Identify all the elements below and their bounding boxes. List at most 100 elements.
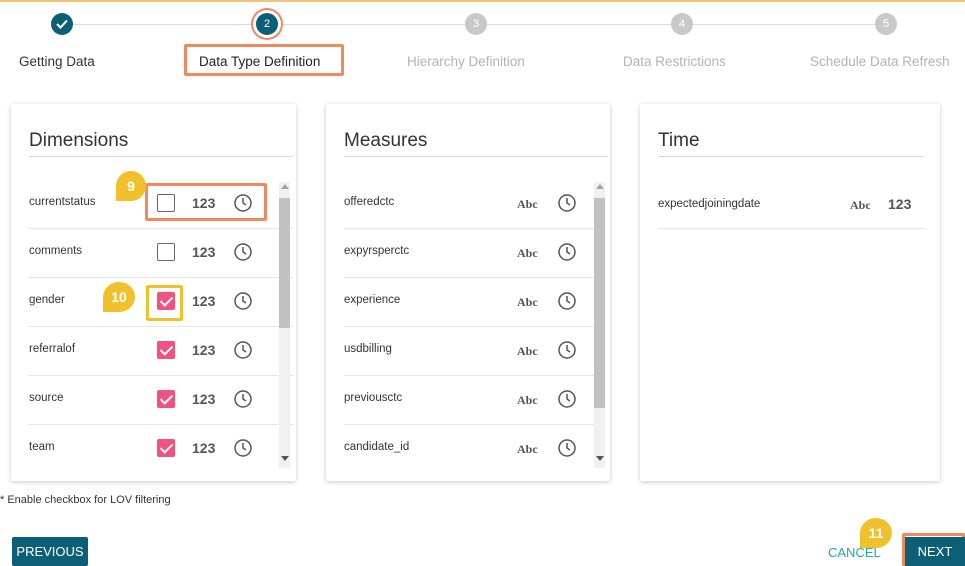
field-name: experience (344, 294, 401, 306)
highlight-box (145, 183, 267, 221)
field-name: expyrsperctc (344, 245, 410, 257)
list-item: usdbilling Abc (344, 327, 598, 376)
step-5-label[interactable]: Schedule Data Refresh (810, 54, 950, 69)
lov-checkbox[interactable] (157, 341, 175, 359)
field-name: team (29, 441, 55, 453)
text-type-toggle[interactable]: Abc (517, 295, 538, 310)
step-2-circle[interactable]: 2 (256, 13, 278, 35)
step-3-circle[interactable]: 3 (465, 13, 487, 35)
step-connector (487, 24, 671, 25)
clock-icon[interactable] (557, 389, 577, 409)
field-name: gender (29, 294, 65, 306)
list-item: expyrsperctc Abc (344, 229, 598, 278)
lov-note: * Enable checkbox for LOV filtering (0, 494, 171, 506)
divider (29, 156, 293, 157)
callout-number: 9 (127, 178, 135, 194)
list-item: comments 123 (29, 229, 293, 278)
previous-button[interactable]: PREVIOUS (12, 537, 88, 566)
list-item: source 123 (29, 376, 293, 425)
numeric-type-toggle[interactable]: 123 (192, 391, 215, 407)
step-connector (693, 24, 875, 25)
field-name: candidate_id (344, 441, 410, 453)
list-item: candidate_id Abc (344, 425, 598, 474)
clock-icon[interactable] (233, 389, 253, 409)
time-card: Time expectedjoiningdate Abc 123 (640, 104, 940, 481)
step-callout-badge: 9 (116, 171, 146, 201)
field-name: source (29, 392, 64, 404)
dimensions-list: currentstatus 123 comments 123 gender 12… (29, 180, 293, 474)
list-item: expectedjoiningdate Abc 123 (658, 180, 924, 229)
scrollbar-thumb[interactable] (594, 198, 605, 408)
scroll-up-arrow-icon[interactable] (596, 184, 604, 189)
clock-icon[interactable] (557, 340, 577, 360)
field-name: currentstatus (29, 196, 96, 208)
step-number: 4 (678, 18, 686, 30)
step-connector (281, 24, 465, 25)
clock-icon[interactable] (233, 242, 253, 262)
time-list: expectedjoiningdate Abc 123 (658, 180, 924, 229)
text-type-toggle[interactable]: Abc (517, 393, 538, 408)
text-type-toggle[interactable]: Abc (517, 246, 538, 261)
text-type-toggle[interactable]: Abc (517, 197, 538, 212)
field-name: comments (29, 245, 83, 257)
divider (658, 156, 924, 157)
numeric-type-toggle[interactable]: 123 (192, 440, 215, 456)
clock-icon[interactable] (233, 340, 253, 360)
step-3-label[interactable]: Hierarchy Definition (407, 54, 525, 69)
clock-icon[interactable] (233, 438, 253, 458)
next-button[interactable]: NEXT (905, 537, 965, 566)
lov-checkbox[interactable] (157, 439, 175, 457)
measures-title: Measures (344, 130, 428, 151)
time-title: Time (658, 130, 700, 151)
lov-checkbox[interactable] (157, 390, 175, 408)
lov-checkbox[interactable] (157, 243, 175, 261)
scroll-down-arrow-icon[interactable] (281, 456, 289, 461)
clock-icon[interactable] (557, 242, 577, 262)
callout-number: 10 (111, 289, 127, 305)
scroll-up-arrow-icon[interactable] (281, 184, 289, 189)
scroll-down-arrow-icon[interactable] (596, 456, 604, 461)
text-type-toggle[interactable]: Abc (517, 442, 538, 457)
clock-icon[interactable] (557, 193, 577, 213)
step-5-circle[interactable]: 5 (875, 13, 897, 35)
step-number: 2 (263, 18, 271, 30)
list-item: referralof 123 (29, 327, 293, 376)
list-item: previousctc Abc (344, 376, 598, 425)
dimensions-title: Dimensions (29, 130, 129, 151)
divider (344, 156, 608, 157)
step-callout-badge: 11 (860, 518, 892, 548)
measures-list: offeredctc Abc expyrsperctc Abc experien… (344, 180, 598, 474)
text-type-toggle[interactable]: Abc (850, 198, 871, 213)
field-name: offeredctc (344, 196, 395, 208)
numeric-type-toggle[interactable]: 123 (192, 293, 215, 309)
step-number: 3 (472, 18, 480, 30)
list-item: team 123 (29, 425, 293, 474)
step-connector (73, 24, 251, 25)
field-name: previousctc (344, 392, 403, 404)
clock-icon[interactable] (233, 291, 253, 311)
text-type-toggle[interactable]: Abc (517, 344, 538, 359)
numeric-type-toggle[interactable]: 123 (888, 196, 911, 212)
numeric-type-toggle[interactable]: 123 (192, 342, 215, 358)
scrollbar-thumb[interactable] (279, 198, 290, 328)
numeric-type-toggle[interactable]: 123 (192, 244, 215, 260)
step-4-circle[interactable]: 4 (671, 13, 693, 35)
step-number: 5 (882, 18, 890, 30)
clock-icon[interactable] (557, 438, 577, 458)
clock-icon[interactable] (557, 291, 577, 311)
measures-card: Measures offeredctc Abc expyrsperctc Abc… (326, 104, 610, 481)
step-4-label[interactable]: Data Restrictions (623, 54, 726, 69)
step-callout-badge: 10 (103, 282, 135, 312)
list-item: experience Abc (344, 278, 598, 327)
field-name: usdbilling (344, 343, 392, 355)
callout-number: 11 (868, 525, 884, 541)
field-name: expectedjoiningdate (658, 198, 761, 210)
highlight-box (146, 285, 183, 321)
field-name: referralof (29, 343, 76, 355)
top-accent-border (0, 0, 965, 2)
step-1-label[interactable]: Getting Data (19, 54, 95, 69)
list-item: offeredctc Abc (344, 180, 598, 229)
cancel-button[interactable]: CANCEL (828, 545, 881, 560)
step-1-check-icon[interactable] (51, 13, 73, 35)
step-2-label[interactable]: Data Type Definition (199, 54, 320, 69)
